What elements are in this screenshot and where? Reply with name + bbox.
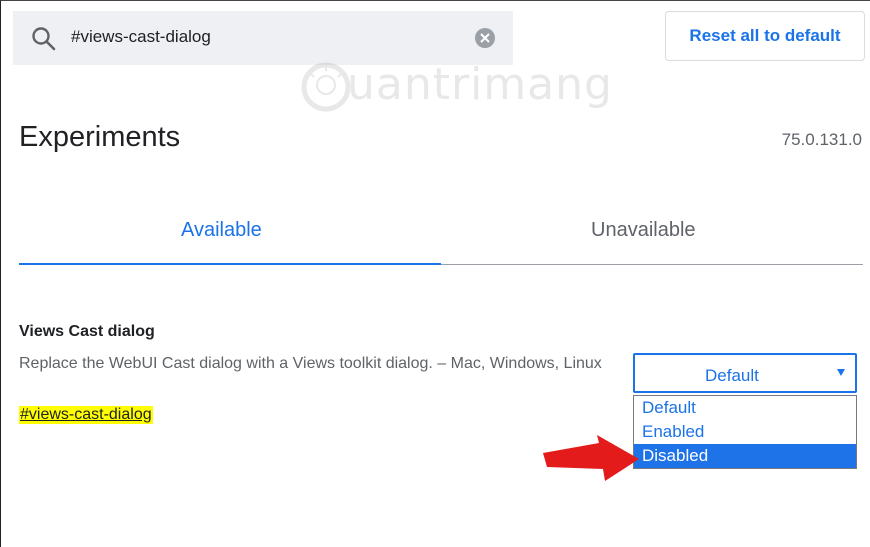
experiment-description: Replace the WebUI Cast dialog with a Vie… xyxy=(19,355,602,372)
reset-all-button[interactable]: Reset all to default xyxy=(665,11,865,61)
caret-down-icon xyxy=(837,369,845,376)
flags-page: #views-cast-dialog Reset all to default … xyxy=(0,0,870,547)
red-arrow-annotation xyxy=(543,435,639,481)
search-input[interactable]: #views-cast-dialog xyxy=(71,27,211,47)
version-label: 75.0.131.0 xyxy=(781,130,862,149)
search-icon xyxy=(32,27,56,51)
tab-unavailable[interactable]: Unavailable xyxy=(591,219,696,242)
option-enabled[interactable]: Enabled xyxy=(634,420,856,444)
experiment-select[interactable]: Default xyxy=(633,353,857,393)
clear-search-icon[interactable] xyxy=(475,28,495,48)
experiment-link[interactable]: #views-cast-dialog xyxy=(19,406,153,424)
page-title: Experiments xyxy=(19,121,181,153)
select-value: Default xyxy=(705,366,759,385)
option-disabled[interactable]: Disabled xyxy=(634,444,856,468)
watermark-text: uantrimang xyxy=(347,59,613,110)
watermark-logo: uantrimang xyxy=(301,53,641,123)
experiment-title: Views Cast dialog xyxy=(19,323,155,340)
tab-active-indicator xyxy=(19,263,441,265)
select-dropdown-list: Default Enabled Disabled xyxy=(633,395,857,469)
tab-divider xyxy=(441,264,863,265)
option-default[interactable]: Default xyxy=(634,396,856,420)
tab-available[interactable]: Available xyxy=(181,219,262,242)
